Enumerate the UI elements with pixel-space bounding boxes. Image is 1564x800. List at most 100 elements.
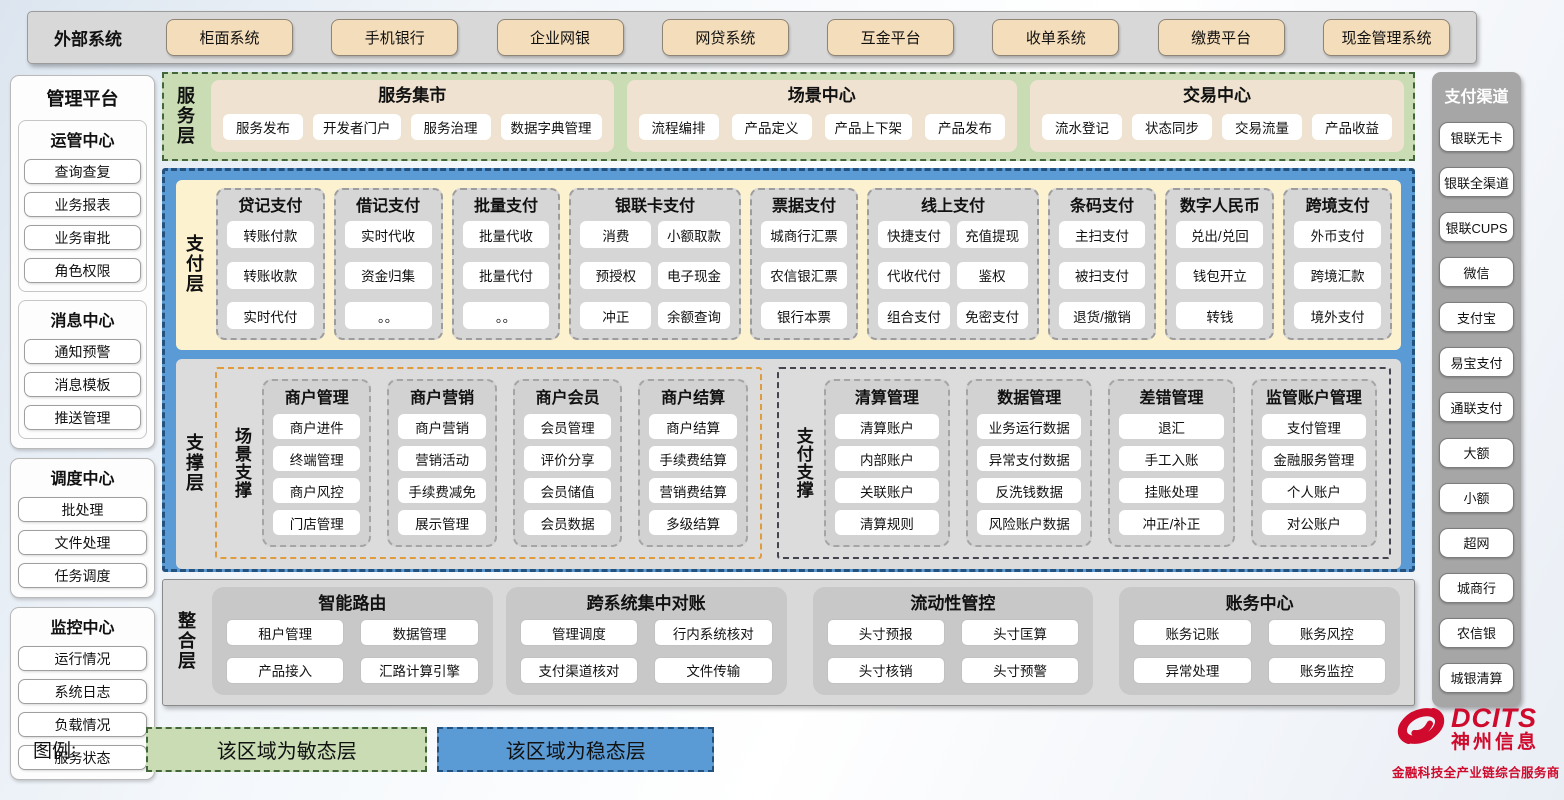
group-title: 消息中心 bbox=[24, 307, 141, 331]
external-system-box: 网贷系统 bbox=[662, 19, 789, 56]
merchant-mgmt-column: 商户管理 商户进件 终端管理 商户风控 门店管理 bbox=[262, 379, 371, 547]
payment-item-box: 境外支付 bbox=[1294, 302, 1381, 329]
integration-item-box: 管理调度 bbox=[520, 619, 638, 646]
payment-item-box: 消费 bbox=[580, 221, 651, 248]
integration-item-box: 账务监控 bbox=[1268, 657, 1386, 684]
category-title: 线上支付 bbox=[878, 192, 1027, 221]
service-layer: 服务层 服务集市 服务发布 开发者门户 服务治理 数据字典管理 场景中心 流程编… bbox=[162, 72, 1415, 161]
external-system-box: 柜面系统 bbox=[166, 19, 293, 56]
group-item-box: 业务审批 bbox=[24, 225, 141, 250]
support-item-box: 会员储值 bbox=[524, 478, 611, 503]
column-title: 监管账户管理 bbox=[1262, 383, 1366, 414]
service-item-box: 产品上下架 bbox=[825, 114, 913, 140]
dcits-logo: DCITS 神州信息 金融科技全产业链综合服务商 bbox=[1392, 699, 1564, 781]
payment-category-unionpay-card: 银联卡支付 消费 小额取款 预授权 电子现金 冲正 余额查询 bbox=[569, 188, 740, 340]
payment-item-box: 。。 bbox=[463, 302, 550, 329]
channel-box: 微信 bbox=[1439, 257, 1514, 287]
group-item-box: 文件处理 bbox=[18, 530, 147, 555]
column-title: 数据管理 bbox=[977, 383, 1081, 414]
service-item-box: 产品发布 bbox=[925, 114, 1005, 140]
group-title: 运管中心 bbox=[24, 127, 141, 151]
payment-item-box: 钱包开立 bbox=[1176, 262, 1263, 289]
module-title: 跨系统集中对账 bbox=[520, 588, 773, 619]
architecture-diagram: 外部系统 柜面系统 手机银行 企业网银 网贷系统 互金平台 收单系统 缴费平台 … bbox=[0, 0, 1564, 800]
support-item-box: 内部账户 bbox=[835, 446, 939, 471]
integration-item-box: 产品接入 bbox=[226, 657, 344, 684]
service-item-box: 服务治理 bbox=[411, 114, 491, 140]
smart-routing-module: 智能路由 租户管理 数据管理 产品接入 汇路计算引擎 bbox=[212, 587, 493, 695]
merchant-marketing-column: 商户营销 商户营销 营销活动 手续费减免 展示管理 bbox=[387, 379, 496, 547]
support-item-box: 支付管理 bbox=[1262, 414, 1366, 439]
center-title: 服务集市 bbox=[223, 82, 602, 109]
channel-box: 支付宝 bbox=[1439, 302, 1514, 332]
integration-item-box: 数据管理 bbox=[360, 619, 478, 646]
payment-category-debit: 借记支付 实时代收 资金归集 。。 bbox=[334, 188, 443, 340]
support-item-box: 对公账户 bbox=[1262, 510, 1366, 535]
integration-item-box: 账务记账 bbox=[1133, 619, 1251, 646]
support-item-box: 手工入账 bbox=[1119, 446, 1223, 471]
scene-support-group: 场景支撑 商户管理 商户进件 终端管理 商户风控 门店管理 bbox=[215, 367, 762, 559]
module-title: 流动性管控 bbox=[827, 588, 1080, 619]
support-item-box: 会员管理 bbox=[524, 414, 611, 439]
payment-item-box: 城商行汇票 bbox=[761, 221, 848, 248]
channel-box: 城银清算 bbox=[1439, 663, 1514, 693]
integration-item-box: 头寸预报 bbox=[827, 619, 945, 646]
column-title: 商户营销 bbox=[398, 383, 485, 414]
legend-agile-swatch: 该区域为敏态层 bbox=[146, 727, 427, 772]
payment-item-box: 余额查询 bbox=[658, 302, 729, 329]
support-item-box: 商户风控 bbox=[273, 478, 360, 503]
payment-item-box: 小额取款 bbox=[658, 221, 729, 248]
column-title: 差错管理 bbox=[1119, 383, 1223, 414]
integration-item-box: 头寸核销 bbox=[827, 657, 945, 684]
payment-item-box: 鉴权 bbox=[957, 262, 1028, 289]
payment-item-box: 实时代收 bbox=[345, 221, 432, 248]
payment-category-digital-rmb: 数字人民币 兑出/兑回 钱包开立 转钱 bbox=[1165, 188, 1274, 340]
support-item-box: 手续费结算 bbox=[649, 446, 736, 471]
data-mgmt-column: 数据管理 业务运行数据 异常支付数据 反洗钱数据 风险账户数据 bbox=[966, 379, 1092, 547]
service-item-box: 开发者门户 bbox=[313, 114, 401, 140]
cross-system-reconciliation-module: 跨系统集中对账 管理调度 行内系统核对 支付渠道核对 文件传输 bbox=[506, 587, 787, 695]
payment-channels-rail: 支付渠道 银联无卡 银联全渠道 银联CUPS 微信 支付宝 易宝支付 通联支付 … bbox=[1432, 72, 1521, 707]
payment-item-box: 资金归集 bbox=[345, 262, 432, 289]
support-item-box: 商户结算 bbox=[649, 414, 736, 439]
payment-category-crossborder: 跨境支付 外币支付 跨境汇款 境外支付 bbox=[1283, 188, 1392, 340]
module-title: 账务中心 bbox=[1133, 588, 1386, 619]
integration-item-box: 头寸预警 bbox=[961, 657, 1079, 684]
support-item-box: 挂账处理 bbox=[1119, 478, 1223, 503]
logo-tagline: 金融科技全产业链综合服务商 bbox=[1392, 762, 1564, 781]
liquidity-control-module: 流动性管控 头寸预报 头寸匡算 头寸核销 头寸预警 bbox=[813, 587, 1094, 695]
support-item-box: 多级结算 bbox=[649, 510, 736, 535]
payment-item-box: 组合支付 bbox=[878, 302, 949, 329]
channel-box: 易宝支付 bbox=[1439, 347, 1514, 377]
payment-layer-label: 支付层 bbox=[181, 188, 207, 340]
payment-item-box: 退货/撤销 bbox=[1059, 302, 1146, 329]
payment-item-box: 跨境汇款 bbox=[1294, 262, 1381, 289]
integration-item-box: 支付渠道核对 bbox=[520, 657, 638, 684]
support-item-box: 金融服务管理 bbox=[1262, 446, 1366, 471]
merchant-settlement-column: 商户结算 商户结算 手续费结算 营销费结算 多级结算 bbox=[638, 379, 747, 547]
accounting-center-module: 账务中心 账务记账 账务风控 异常处理 账务监控 bbox=[1119, 587, 1400, 695]
support-item-box: 业务运行数据 bbox=[977, 414, 1081, 439]
group-item-box: 通知预警 bbox=[24, 339, 141, 364]
group-title: 监控中心 bbox=[18, 614, 147, 638]
payment-item-box: 预授权 bbox=[580, 262, 651, 289]
external-systems-bar: 外部系统 柜面系统 手机银行 企业网银 网贷系统 互金平台 收单系统 缴费平台 … bbox=[27, 11, 1477, 64]
category-title: 借记支付 bbox=[345, 192, 432, 221]
legend-stable-swatch: 该区域为稳态层 bbox=[437, 727, 714, 772]
scene-support-label: 场景支撑 bbox=[229, 379, 254, 547]
ops-center-group: 运管中心 查询查复 业务报表 业务审批 角色权限 bbox=[18, 120, 147, 292]
support-item-box: 门店管理 bbox=[273, 510, 360, 535]
payment-item-box: 免密支付 bbox=[957, 302, 1028, 329]
payment-item-box: 农信银汇票 bbox=[761, 262, 848, 289]
payment-category-batch: 批量支付 批量代收 批量代付 。。 bbox=[452, 188, 561, 340]
group-item-box: 消息模板 bbox=[24, 372, 141, 397]
group-item-box: 运行情况 bbox=[18, 646, 147, 671]
service-item-box: 产品收益 bbox=[1312, 114, 1392, 140]
support-item-box: 营销费结算 bbox=[649, 478, 736, 503]
external-system-box: 缴费平台 bbox=[1158, 19, 1285, 56]
channel-box: 超网 bbox=[1439, 528, 1514, 558]
center-title: 场景中心 bbox=[639, 82, 1006, 109]
payment-item-box: 转账付款 bbox=[227, 221, 314, 248]
support-item-box: 风险账户数据 bbox=[977, 510, 1081, 535]
group-item-box: 推送管理 bbox=[24, 405, 141, 430]
